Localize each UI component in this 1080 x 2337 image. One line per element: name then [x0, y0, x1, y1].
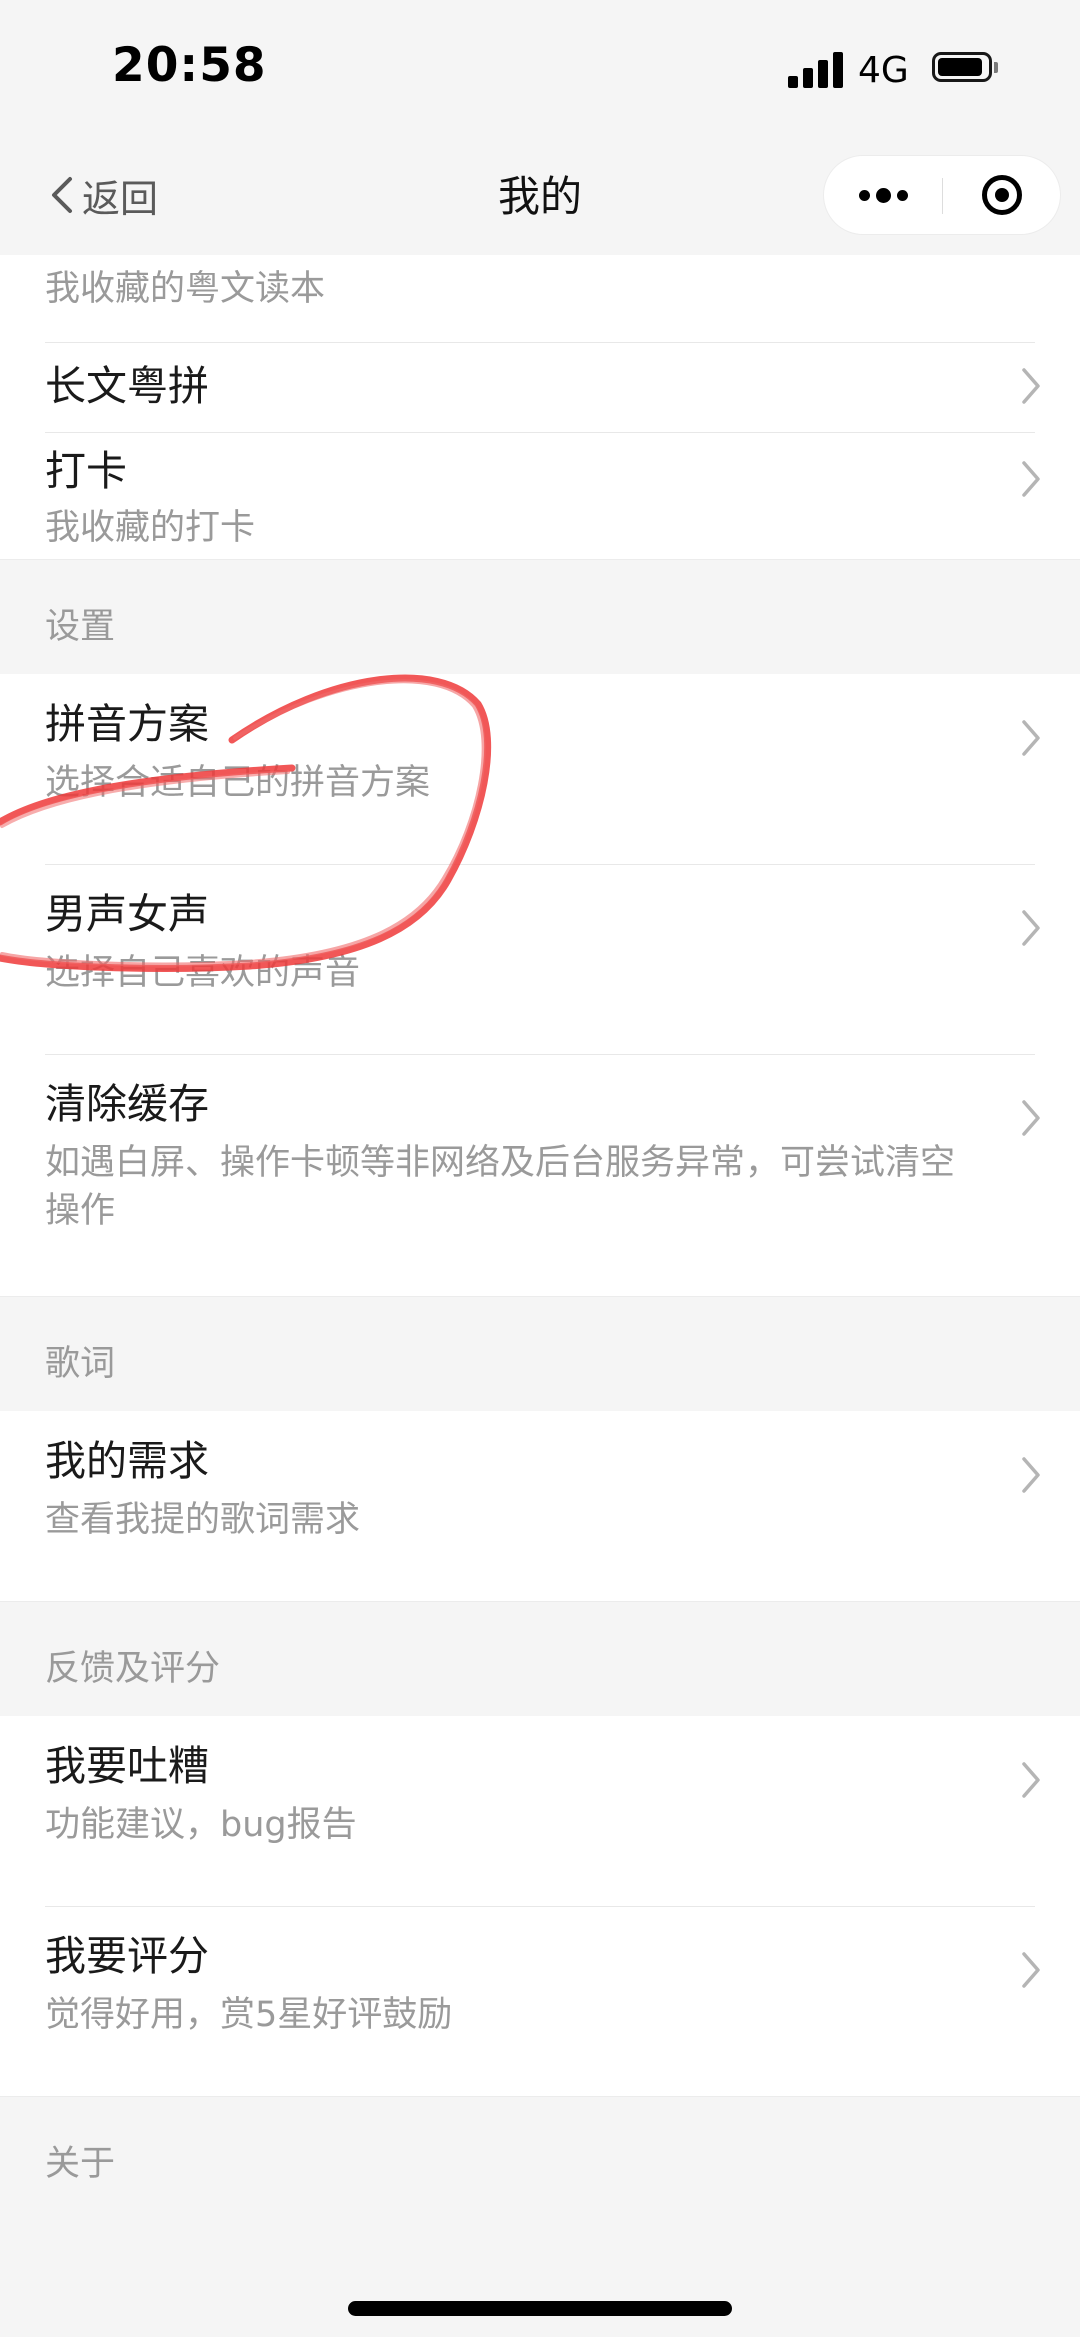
- cell-description: 觉得好用，赏5星好评鼓励: [45, 1995, 453, 2035]
- signal-bars-icon: [788, 52, 844, 88]
- back-label: 返回: [82, 176, 159, 221]
- close-miniprogram-button[interactable]: [943, 156, 1060, 234]
- more-button[interactable]: [824, 156, 942, 234]
- favorites-group: 我收藏的粤文读本长文粤拼打卡我收藏的打卡: [0, 255, 1080, 559]
- chevron-right-icon: [1020, 366, 1042, 406]
- cell-description: 如遇白屏、操作卡顿等非网络及后台服务异常，可尝试清空操作: [45, 1143, 956, 1231]
- section-header: 反馈及评分: [0, 1601, 1080, 1716]
- cell-title: 打卡: [45, 447, 127, 495]
- home-indicator: [348, 2301, 732, 2316]
- section-header: 歌词: [0, 1296, 1080, 1411]
- cell-title: 我的需求: [45, 1437, 209, 1485]
- chevron-right-icon: [1020, 718, 1042, 758]
- section-group: 我的需求查看我提的歌词需求: [0, 1411, 1080, 1601]
- more-dots-icon: [858, 189, 870, 201]
- chevron-right-icon: [1020, 1950, 1042, 1990]
- chevron-right-icon: [1020, 1098, 1042, 1138]
- long-text-jyutping-item[interactable]: 长文粤拼: [0, 342, 1080, 432]
- cell-title: 男声女声: [45, 890, 209, 938]
- settings-row[interactable]: 我要评分觉得好用，赏5星好评鼓励: [0, 1906, 1080, 2096]
- settings-row[interactable]: 我要吐糟功能建议，bug报告: [0, 1716, 1080, 1906]
- back-button[interactable]: 返回: [50, 165, 158, 225]
- cell-description: 查看我提的歌词需求: [45, 1500, 361, 1540]
- settings-row[interactable]: 清除缓存如遇白屏、操作卡顿等非网络及后台服务异常，可尝试清空操作: [0, 1054, 1080, 1296]
- battery-icon: [932, 52, 1000, 86]
- cell-title: 拼音方案: [45, 700, 209, 748]
- cell-description: 选择自己喜欢的声音: [45, 953, 361, 993]
- status-time: 20:58: [112, 38, 267, 93]
- screen: 20:58 4G 我的 返回 我收藏的粤文读本 长文粤拼 打卡 我收藏的打卡 设…: [0, 0, 1080, 2337]
- navigation-bar: 我的 返回: [0, 135, 1080, 255]
- cell-description: 我收藏的打卡: [45, 508, 256, 548]
- chevron-right-icon: [1020, 459, 1042, 499]
- checkin-item[interactable]: 打卡 我收藏的打卡: [0, 432, 1080, 559]
- section-header: 设置: [0, 559, 1080, 674]
- target-circle-icon: [981, 175, 1022, 215]
- cell-title: 长文粤拼: [45, 362, 209, 410]
- cell-description: 选择合适自己的拼音方案: [45, 763, 431, 803]
- favorite-reader-item[interactable]: 我收藏的粤文读本: [0, 255, 1080, 342]
- mini-program-capsule: [823, 155, 1061, 235]
- chevron-right-icon: [1020, 1760, 1042, 1800]
- network-type: 4G: [858, 50, 909, 91]
- section-group: 我要吐糟功能建议，bug报告我要评分觉得好用，赏5星好评鼓励: [0, 1716, 1080, 2096]
- cell-description: 我收藏的粤文读本: [45, 269, 326, 309]
- settings-row[interactable]: 拼音方案选择合适自己的拼音方案: [0, 674, 1080, 864]
- settings-row[interactable]: 男声女声选择自己喜欢的声音: [0, 864, 1080, 1054]
- section-header: 关于: [0, 2096, 1080, 2211]
- cell-description: 功能建议，bug报告: [45, 1805, 357, 1845]
- section-group: 拼音方案选择合适自己的拼音方案男声女声选择自己喜欢的声音清除缓存如遇白屏、操作卡…: [0, 674, 1080, 1296]
- settings-row[interactable]: 我的需求查看我提的歌词需求: [0, 1411, 1080, 1601]
- chevron-right-icon: [1020, 1455, 1042, 1495]
- sections-container: 设置拼音方案选择合适自己的拼音方案男声女声选择自己喜欢的声音清除缓存如遇白屏、操…: [0, 559, 1080, 2211]
- cell-title: 我要吐糟: [45, 1742, 209, 1790]
- cell-title: 清除缓存: [45, 1080, 209, 1128]
- chevron-left-icon: [52, 177, 72, 213]
- cell-title: 我要评分: [45, 1932, 209, 1980]
- status-bar: 20:58 4G: [0, 0, 1080, 135]
- settings-list: 我收藏的粤文读本长文粤拼打卡我收藏的打卡 设置拼音方案选择合适自己的拼音方案男声…: [0, 255, 1080, 2211]
- chevron-right-icon: [1020, 908, 1042, 948]
